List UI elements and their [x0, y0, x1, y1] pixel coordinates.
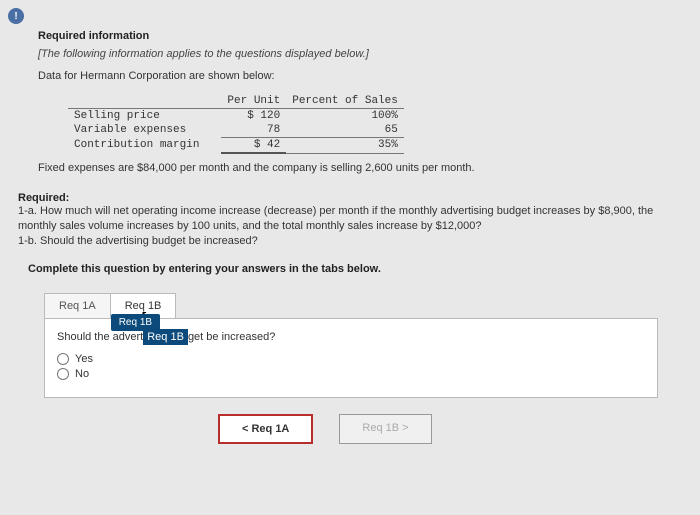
- data-intro: Data for Hermann Corporation are shown b…: [38, 70, 668, 82]
- data-table-wrap: Per Unit Percent of Sales Selling price …: [68, 94, 668, 154]
- pane-q-highlight: Req 1B: [143, 329, 188, 345]
- required-block: Required: 1-a. How much will net operati…: [18, 192, 668, 249]
- pane-q-post: get be increased?: [188, 331, 275, 343]
- row-contrib-unit: $ 42: [221, 138, 286, 154]
- nav-row: < Req 1A Req 1B >: [218, 414, 668, 444]
- row-selling-price-pct: 100%: [286, 109, 404, 124]
- required-1b: 1-b. Should the advertising budget be in…: [18, 234, 668, 249]
- row-contrib-label: Contribution margin: [68, 138, 221, 154]
- fixed-expenses-line: Fixed expenses are $84,000 per month and…: [38, 162, 668, 174]
- tab-tooltip: Req 1B: [111, 314, 160, 331]
- radio-no[interactable]: [57, 368, 69, 380]
- nav-next-button[interactable]: Req 1B >: [339, 414, 431, 444]
- row-var-exp-label: Variable expenses: [68, 123, 221, 138]
- main-content: Required information [The following info…: [0, 0, 700, 454]
- col-percent-sales: Percent of Sales: [286, 94, 404, 109]
- instruction-line: Complete this question by entering your …: [28, 263, 668, 275]
- tab-req-1a[interactable]: Req 1A: [44, 293, 110, 318]
- info-badge: !: [8, 8, 24, 24]
- row-var-exp-pct: 65: [286, 123, 404, 138]
- option-no-row[interactable]: No: [57, 368, 645, 380]
- required-title: Required:: [18, 192, 668, 204]
- row-selling-price-label: Selling price: [68, 109, 221, 124]
- pane-q-pre: Should the advert: [57, 331, 143, 343]
- required-1a: 1-a. How much will net operating income …: [18, 204, 668, 234]
- tabs-row: Req 1A Req 1B ↖ Req 1B: [44, 293, 668, 318]
- applies-note: [The following information applies to th…: [38, 48, 668, 60]
- required-info-heading: Required information: [38, 30, 668, 42]
- tab-req-1b[interactable]: Req 1B ↖ Req 1B: [110, 293, 177, 318]
- data-table: Per Unit Percent of Sales Selling price …: [68, 94, 404, 154]
- nav-prev-button[interactable]: < Req 1A: [218, 414, 313, 444]
- row-selling-price-unit: $ 120: [221, 109, 286, 124]
- row-contrib-pct: 35%: [286, 138, 404, 154]
- option-no-label: No: [75, 368, 89, 380]
- col-per-unit: Per Unit: [221, 94, 286, 109]
- pane-question: Should the advertReq 1Bget be increased?: [57, 331, 645, 343]
- radio-yes[interactable]: [57, 353, 69, 365]
- option-yes-row[interactable]: Yes: [57, 353, 645, 365]
- row-var-exp-unit: 78: [221, 123, 286, 138]
- option-yes-label: Yes: [75, 353, 93, 365]
